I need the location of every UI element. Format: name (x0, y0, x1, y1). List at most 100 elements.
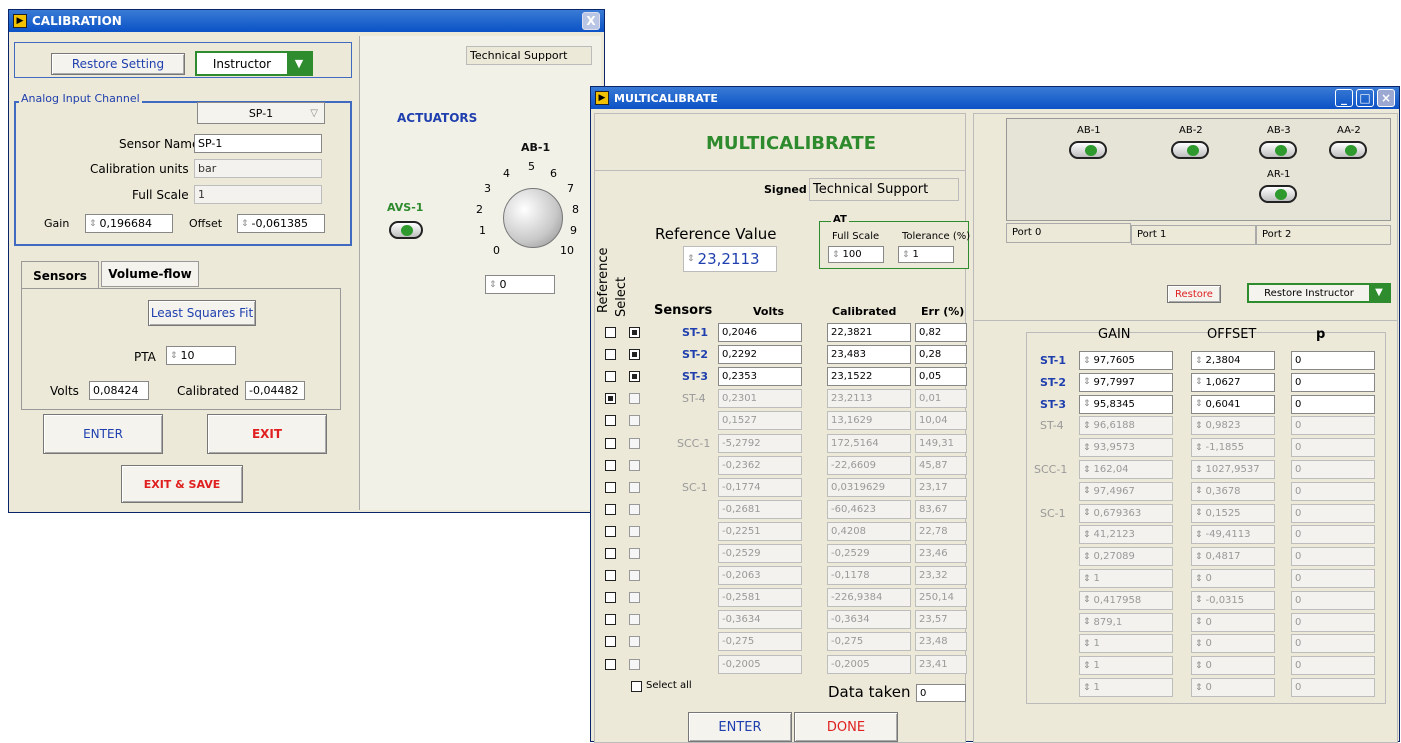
p-field[interactable]: 0 (1291, 394, 1375, 414)
p-field[interactable]: 0 (1291, 438, 1375, 458)
spinner-icon[interactable]: ⇕ (1083, 399, 1091, 409)
reference-checkbox[interactable] (605, 349, 616, 361)
port-tab-1[interactable]: Port 1 (1131, 225, 1256, 245)
reference-checkbox[interactable] (605, 327, 616, 338)
select-all-checkbox[interactable] (631, 681, 642, 692)
spinner-icon[interactable]: ⇕ (1195, 661, 1203, 671)
spinner-icon[interactable]: ⇕ (902, 250, 910, 260)
gain-field[interactable]: ⇕ 97,7997 (1079, 372, 1173, 392)
reference-checkbox[interactable] (605, 592, 616, 604)
select-checkbox[interactable] (629, 327, 640, 338)
close-icon[interactable]: X (582, 12, 600, 30)
gain-field[interactable]: ⇕ 97,4967 (1079, 481, 1173, 501)
p-field[interactable]: 0 (1291, 612, 1375, 632)
spinner-icon[interactable]: ⇕ (1083, 508, 1091, 518)
offset-field[interactable]: ⇕ 0 (1191, 656, 1275, 676)
p-field[interactable]: 0 (1291, 416, 1375, 436)
chevron-down-icon[interactable]: ▼ (287, 53, 311, 74)
gain-field[interactable]: ⇕ 0,679363 (1079, 503, 1173, 523)
offset-field[interactable]: ⇕ 0,3678 (1191, 481, 1275, 501)
maximize-icon[interactable]: □ (1356, 89, 1374, 107)
reference-checkbox[interactable] (605, 437, 616, 449)
port-tab-0[interactable]: Port 0 (1006, 223, 1131, 243)
select-checkbox[interactable] (629, 548, 640, 559)
tab-volume-flow[interactable]: Volume-flow (101, 261, 199, 287)
p-field[interactable]: 0 (1291, 372, 1375, 392)
spinner-icon[interactable]: ⇕ (1195, 465, 1203, 475)
spinner-icon[interactable]: ⇕ (832, 250, 840, 260)
tolerance-field[interactable]: ⇕ 1 (898, 246, 954, 263)
gain-field[interactable]: ⇕ 0,27089 (1079, 547, 1173, 567)
select-checkbox[interactable] (629, 349, 640, 361)
p-field[interactable]: 0 (1291, 525, 1375, 545)
select-checkbox[interactable] (629, 503, 640, 515)
select-checkbox[interactable] (629, 570, 640, 582)
gain-field[interactable]: ⇕ 0,196684 (85, 214, 173, 233)
p-field[interactable]: 0 (1291, 351, 1375, 370)
spinner-icon[interactable]: ⇕ (1195, 530, 1203, 540)
offset-field[interactable]: ⇕ 0,1525 (1191, 503, 1275, 523)
p-field[interactable]: 0 (1291, 547, 1375, 567)
spinner-icon[interactable]: ⇕ (1195, 421, 1203, 431)
offset-field[interactable]: ⇕ -0,061385 (237, 214, 325, 233)
reference-checkbox[interactable] (605, 658, 616, 670)
gain-field[interactable]: ⇕ 93,9573 (1079, 438, 1173, 458)
spinner-icon[interactable]: ⇕ (1083, 617, 1091, 627)
port-button-toggle[interactable] (1259, 185, 1297, 203)
offset-field[interactable]: ⇕ 0 (1191, 634, 1275, 654)
calibrated-field[interactable]: -0,04482 (245, 381, 305, 400)
spinner-icon[interactable]: ⇕ (1083, 552, 1091, 562)
offset-field[interactable]: ⇕ -49,4113 (1191, 525, 1275, 545)
reference-checkbox[interactable] (605, 481, 616, 493)
offset-field[interactable]: ⇕ 1027,9537 (1191, 460, 1275, 479)
port-button-toggle[interactable] (1329, 141, 1367, 159)
tab-sensors[interactable]: Sensors (21, 261, 99, 289)
p-field[interactable]: 0 (1291, 503, 1375, 523)
spinner-icon[interactable]: ⇕ (170, 351, 178, 361)
port-button-toggle[interactable] (1259, 141, 1297, 159)
gain-field[interactable]: ⇕ 1 (1079, 634, 1173, 654)
volts-field[interactable]: 0,08424 (89, 381, 149, 400)
channel-select[interactable]: SP-1 ▽ (197, 102, 325, 124)
full-scale-field[interactable]: ⇕ 100 (828, 246, 884, 263)
spinner-icon[interactable]: ⇕ (1083, 595, 1091, 605)
reference-checkbox[interactable] (605, 636, 616, 648)
port-button-toggle[interactable] (1171, 141, 1209, 159)
ab1-knob[interactable] (503, 188, 563, 248)
reference-checkbox[interactable] (605, 393, 616, 405)
gain-field[interactable]: ⇕ 96,6188 (1079, 416, 1173, 436)
restore-setting-button[interactable]: Restore Setting (51, 53, 185, 75)
select-checkbox[interactable] (629, 636, 640, 648)
spinner-icon[interactable]: ⇕ (489, 280, 497, 290)
reference-checkbox[interactable] (605, 371, 616, 383)
offset-field[interactable]: ⇕ 1,0627 (1191, 372, 1275, 392)
gain-field[interactable]: ⇕ 162,04 (1079, 460, 1173, 479)
spinner-icon[interactable]: ⇕ (1195, 683, 1203, 693)
reference-checkbox[interactable] (605, 614, 616, 626)
gain-field[interactable]: ⇕ 0,417958 (1079, 590, 1173, 610)
gain-field[interactable]: ⇕ 1 (1079, 656, 1173, 676)
spinner-icon[interactable]: ⇕ (1195, 639, 1203, 649)
select-checkbox[interactable] (629, 481, 640, 493)
spinner-icon[interactable]: ⇕ (1083, 465, 1091, 475)
spinner-icon[interactable]: ⇕ (1195, 617, 1203, 627)
spinner-icon[interactable]: ⇕ (1195, 399, 1203, 409)
gain-field[interactable]: ⇕ 97,7605 (1079, 351, 1173, 370)
offset-field[interactable]: ⇕ 0 (1191, 569, 1275, 588)
multi-enter-button[interactable]: ENTER (688, 712, 792, 742)
spinner-icon[interactable]: ⇕ (1195, 356, 1203, 366)
full-scale-field[interactable]: 1 (194, 185, 322, 204)
p-field[interactable]: 0 (1291, 590, 1375, 610)
offset-field[interactable]: ⇕ 0,9823 (1191, 416, 1275, 436)
calibration-units-field[interactable]: bar (194, 159, 322, 178)
spinner-icon[interactable]: ⇕ (1083, 377, 1091, 387)
spinner-icon[interactable]: ⇕ (1083, 683, 1091, 693)
reference-checkbox[interactable] (605, 570, 616, 582)
reference-checkbox[interactable] (605, 459, 616, 471)
offset-field[interactable]: ⇕ -1,1855 (1191, 438, 1275, 458)
spinner-icon[interactable]: ⇕ (1195, 574, 1203, 584)
spinner-icon[interactable]: ⇕ (1195, 508, 1203, 518)
close-icon[interactable]: × (1377, 89, 1395, 107)
offset-field[interactable]: ⇕ 2,3804 (1191, 351, 1275, 370)
port-tab-2[interactable]: Port 2 (1256, 225, 1391, 245)
